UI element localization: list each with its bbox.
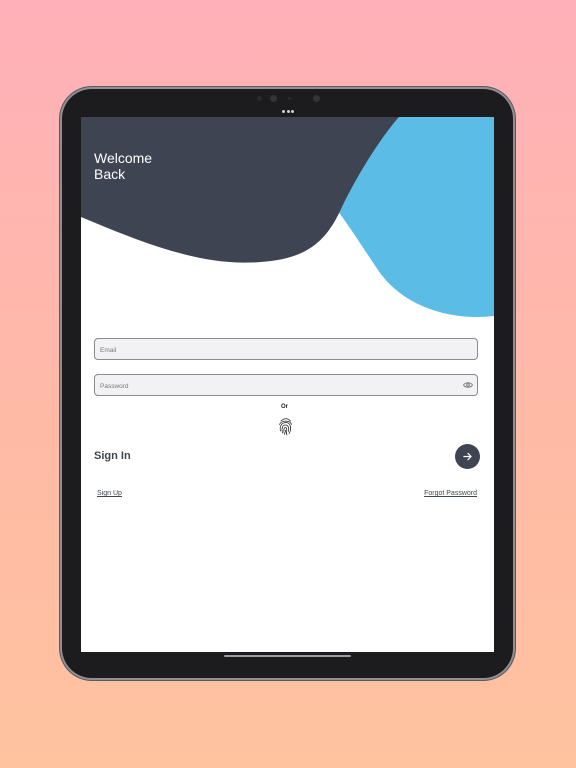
- email-input[interactable]: [95, 340, 477, 361]
- home-indicator[interactable]: [224, 655, 351, 657]
- email-field[interactable]: [94, 338, 478, 361]
- or-divider-label: Or: [281, 404, 289, 410]
- welcome-line-1: Welcome: [94, 150, 153, 166]
- forgot-password-link[interactable]: Forgot Password: [424, 490, 477, 497]
- password-field[interactable]: [94, 374, 478, 397]
- sign-up-link[interactable]: Sign Up: [97, 490, 122, 497]
- fingerprint-icon[interactable]: [278, 417, 293, 436]
- welcome-line-2: Back: [94, 166, 126, 182]
- welcome-title: Welcome Back: [94, 150, 214, 182]
- camera-sensor: [288, 97, 291, 100]
- password-input[interactable]: [95, 376, 477, 397]
- sign-in-button[interactable]: [455, 444, 480, 469]
- front-camera: [313, 95, 320, 102]
- arrow-right-icon: [463, 452, 472, 461]
- header-blobs: [81, 117, 494, 317]
- eye-icon[interactable]: [463, 381, 473, 389]
- camera-sensor: [270, 95, 277, 102]
- multitasking-dots-icon[interactable]: [282, 110, 294, 113]
- app-screen: Welcome Back Or Sign In Sign Up Forgot P…: [81, 117, 494, 652]
- camera-sensor: [257, 96, 262, 101]
- sign-in-label: Sign In: [94, 450, 131, 462]
